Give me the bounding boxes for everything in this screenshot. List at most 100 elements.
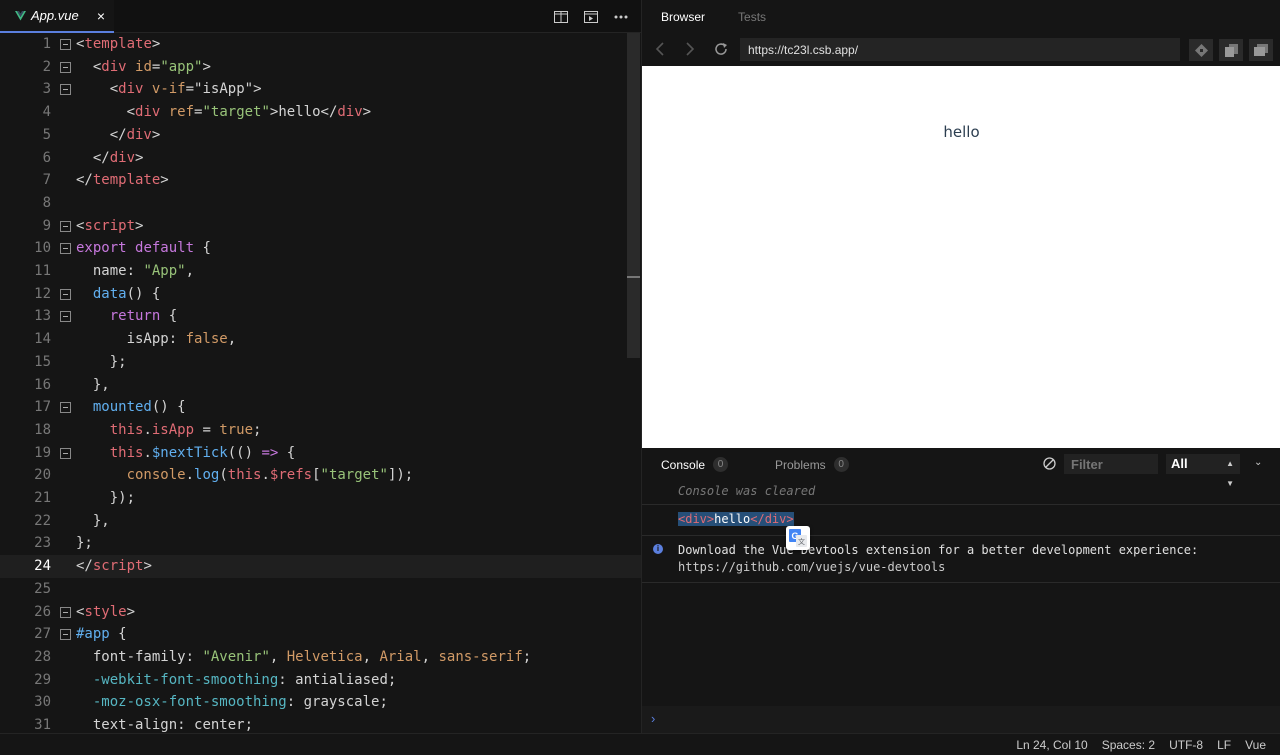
chevron-down-icon[interactable]: ⌄ <box>1254 457 1262 468</box>
status-bar: Ln 24, Col 10 Spaces: 2 UTF-8 LF Vue <box>0 733 1280 755</box>
tab-browser[interactable]: Browser <box>661 10 705 24</box>
code-text: }); <box>76 490 136 506</box>
fold-toggle-icon[interactable] <box>60 311 71 323</box>
code-line[interactable]: 3 <div v-if="isApp"> <box>0 78 641 101</box>
close-icon[interactable]: × <box>97 9 105 23</box>
code-line[interactable]: 18 this.isApp = true; <box>0 419 641 442</box>
code-text: return { <box>109 308 178 325</box>
editor-scrollbar[interactable] <box>627 33 640 358</box>
code-text: this.isApp = true; <box>109 421 262 438</box>
clear-console-icon[interactable] <box>1043 457 1056 470</box>
url-input[interactable] <box>740 38 1180 61</box>
code-line[interactable]: 21 }); <box>0 487 641 510</box>
console-message-cleared: Console was cleared <box>642 477 1280 505</box>
fold-toggle-icon[interactable] <box>60 220 71 232</box>
code-line[interactable]: 24 </script> <box>0 555 641 578</box>
console-message-info: i Download the Vue Devtools extension fo… <box>642 536 1280 583</box>
tab-problems-label: Problems <box>775 457 826 472</box>
console-output[interactable]: Console was cleared <div>hello</div> i D… <box>642 477 1280 705</box>
editor-tab-bar: App.vue × <box>0 0 641 33</box>
fold-toggle-icon[interactable] <box>60 288 71 300</box>
code-text: isApp: false, <box>76 331 237 348</box>
split-view-icon[interactable] <box>551 7 571 27</box>
line-number: 31 <box>34 717 51 733</box>
fold-toggle-icon[interactable] <box>60 243 71 255</box>
refresh-icon[interactable] <box>714 42 728 56</box>
code-line[interactable]: 4 <div ref="target">hello</div> <box>0 101 641 124</box>
code-line[interactable]: 22 }, <box>0 510 641 533</box>
code-text: }, <box>76 512 110 529</box>
fold-toggle-icon[interactable] <box>60 84 71 96</box>
tab-tests[interactable]: Tests <box>738 10 766 24</box>
more-icon[interactable] <box>611 7 631 27</box>
log-level-select[interactable]: All ▲ ▼ <box>1166 454 1240 488</box>
code-line[interactable]: 23}; <box>0 532 641 555</box>
logged-element[interactable]: <div>hello</div> <box>678 512 794 526</box>
code-line[interactable]: 20 console.log(this.$refs["target"]); <box>0 464 641 487</box>
open-new-window-icon[interactable] <box>1219 39 1243 61</box>
code-line[interactable]: 19 this.$nextTick(() => { <box>0 442 641 465</box>
code-line[interactable]: 13 return { <box>0 305 641 328</box>
console-filter-input[interactable] <box>1064 454 1158 474</box>
fold-toggle-icon[interactable] <box>60 606 71 618</box>
problems-count-badge: 0 <box>833 457 849 472</box>
code-line[interactable]: 14 isApp: false, <box>0 328 641 351</box>
code-line[interactable]: 30 -moz-osx-font-smoothing: grayscale; <box>0 691 641 714</box>
devtools-link[interactable]: https://github.com/vuejs/vue-devtools <box>678 560 945 574</box>
code-text: this.$nextTick(() => { <box>109 444 296 461</box>
browser-preview[interactable]: hello <box>642 66 1280 448</box>
code-text: -webkit-font-smoothing: antialiased; <box>92 671 397 688</box>
tab-console[interactable]: Console 0 <box>661 457 729 472</box>
forward-icon[interactable] <box>685 42 699 56</box>
code-editor[interactable]: 1 <template> 2 <div id="app"> 3 <div v-if="… <box>0 33 641 733</box>
console-input[interactable]: › <box>642 706 1280 733</box>
fullscreen-icon[interactable] <box>1249 39 1273 61</box>
code-text: name: "App", <box>76 263 195 279</box>
editor-pane: App.vue × 1 <template> 2 <div id="app"> 3 <… <box>0 0 641 733</box>
tab-problems[interactable]: Problems 0 <box>775 457 849 472</box>
code-line[interactable]: 27 #app { <box>0 623 641 646</box>
fold-toggle-icon[interactable] <box>60 402 71 414</box>
line-number: 9 <box>42 217 51 234</box>
fold-toggle-icon[interactable] <box>60 629 71 641</box>
code-line[interactable]: 5 </div> <box>0 124 641 147</box>
status-language[interactable]: Vue <box>1245 738 1266 752</box>
fold-toggle-icon[interactable] <box>60 39 71 50</box>
code-line[interactable]: 10 export default { <box>0 237 641 260</box>
code-line[interactable]: 17 mounted() { <box>0 396 641 419</box>
code-line[interactable]: 9 <script> <box>0 215 641 238</box>
google-translate-icon[interactable]: G文 <box>786 526 810 550</box>
preview-icon[interactable] <box>581 7 601 27</box>
code-text: <div ref="target">hello</div> <box>126 104 372 121</box>
devtools-icon[interactable] <box>1189 39 1213 61</box>
code-line[interactable]: 12 data() { <box>0 283 641 306</box>
code-line[interactable]: 31 text-align: center; <box>0 714 641 733</box>
code-line[interactable]: 26 <style> <box>0 601 641 624</box>
status-encoding[interactable]: UTF-8 <box>1169 738 1203 752</box>
code-line[interactable]: 11 name: "App", <box>0 260 641 283</box>
code-line[interactable]: 7 </template> <box>0 169 641 192</box>
file-tab-app-vue[interactable]: App.vue × <box>0 0 114 33</box>
code-line[interactable]: 25 <box>0 578 641 601</box>
fold-toggle-icon[interactable] <box>60 447 71 459</box>
code-line[interactable]: 1 <template> <box>0 33 641 56</box>
code-line[interactable]: 8 <box>0 192 641 215</box>
code-line[interactable]: 15 }; <box>0 351 641 374</box>
line-number: 23 <box>34 535 51 552</box>
back-icon[interactable] <box>655 42 669 56</box>
code-line[interactable]: 2 <div id="app"> <box>0 56 641 79</box>
code-line[interactable]: 29 -webkit-font-smoothing: antialiased; <box>0 669 641 692</box>
status-indentation[interactable]: Spaces: 2 <box>1102 738 1155 752</box>
status-eol[interactable]: LF <box>1217 738 1231 752</box>
fold-toggle-icon[interactable] <box>60 61 71 73</box>
code-line[interactable]: 16 }, <box>0 374 641 397</box>
code-text: text-align: center; <box>92 717 254 733</box>
code-line[interactable]: 6 </div> <box>0 147 641 170</box>
code-line[interactable]: 28 font-family: "Avenir", Helvetica, Ari… <box>0 646 641 669</box>
status-cursor-position[interactable]: Ln 24, Col 10 <box>1016 738 1087 752</box>
svg-text:文: 文 <box>798 537 805 546</box>
console-prompt-icon: › <box>651 711 656 726</box>
log-text: hello <box>714 512 751 526</box>
console-message-log[interactable]: <div>hello</div> <box>642 505 1280 536</box>
vue-logo-icon <box>15 10 26 20</box>
